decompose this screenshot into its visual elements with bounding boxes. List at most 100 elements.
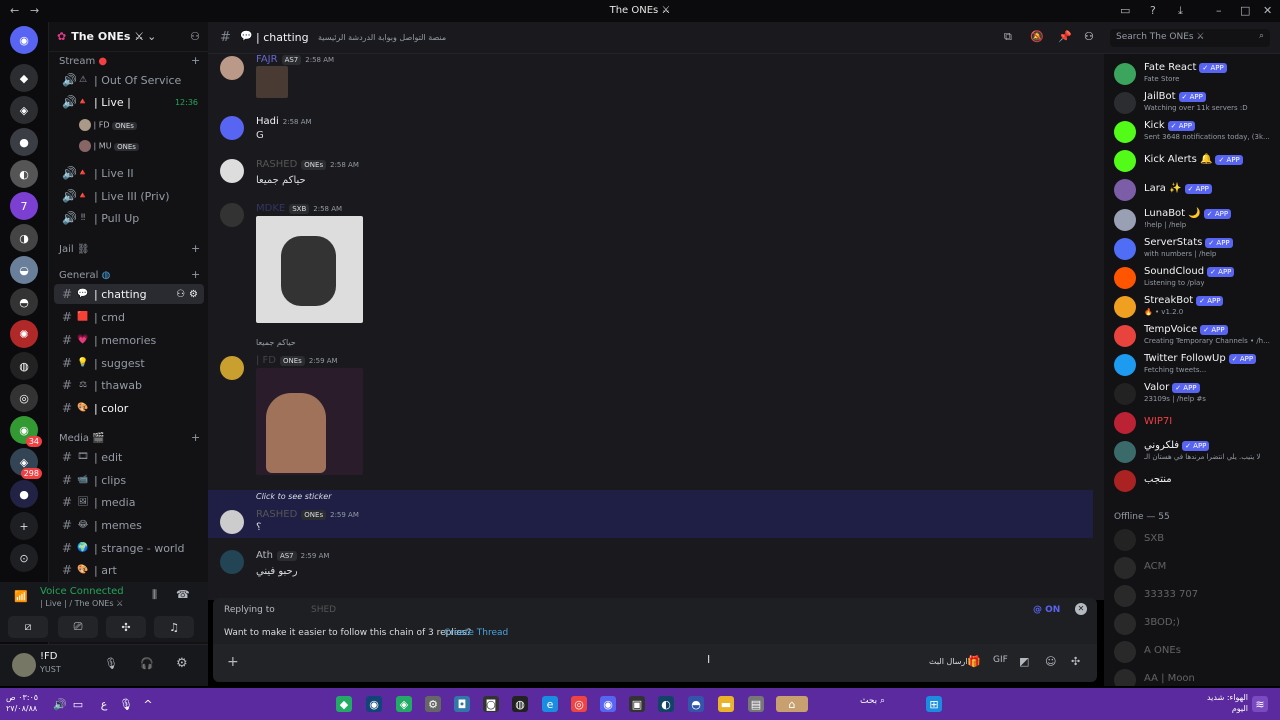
message[interactable]: FAJR AS7 2:58 AM: [208, 54, 1098, 100]
message-author[interactable]: MDKE: [256, 203, 285, 214]
avatar[interactable]: [220, 159, 244, 183]
microphone-tray-icon[interactable]: 🎙: [118, 696, 134, 712]
server-icon[interactable]: ●: [10, 480, 38, 508]
server-icon[interactable]: ◒: [10, 256, 38, 284]
category-general[interactable]: General ◍: [59, 270, 110, 281]
app-icon[interactable]: ◓: [688, 696, 704, 712]
app-icon[interactable]: ▤: [748, 696, 764, 712]
member-item[interactable]: ServerStats ✓ APP with numbers | /help: [1114, 235, 1280, 263]
discover-icon[interactable]: ⊙: [10, 544, 38, 572]
create-thread-link[interactable]: Create Thread: [444, 628, 508, 638]
server-icon[interactable]: ◑: [10, 224, 38, 252]
message-highlighted[interactable]: Click to see sticker RASHED ONEs 2:59 AM ؟: [208, 490, 1093, 538]
mention-toggle[interactable]: @ ON: [1033, 605, 1060, 615]
language-icon[interactable]: ع: [96, 696, 112, 712]
channel-out-of-service[interactable]: 🔊 ⚠ | Out Of Service: [54, 70, 204, 90]
app-icon[interactable]: ◙: [483, 696, 499, 712]
channel-live[interactable]: 🔊 🔺 | Live | 12:36: [54, 92, 204, 112]
server-icon[interactable]: ◓: [10, 288, 38, 316]
channel-strange-world[interactable]: # 🌍 | strange - world: [54, 538, 204, 558]
server-icon[interactable]: ●: [10, 128, 38, 156]
member-item[interactable]: Valor ✓ APP 23109s | /help #s: [1114, 380, 1280, 408]
add-channel-icon[interactable]: +: [191, 268, 200, 281]
offline-member-item[interactable]: SXB: [1114, 526, 1280, 554]
voice-location[interactable]: | Live | / The ONEs ⚔: [40, 599, 123, 608]
inbox-icon[interactable]: ▭: [1120, 4, 1130, 17]
settings-icon[interactable]: ⚙: [425, 696, 441, 712]
server-icon[interactable]: ◈: [10, 96, 38, 124]
member-item[interactable]: SoundCloud ✓ APP Listening to /play: [1114, 264, 1280, 292]
edge-icon[interactable]: e: [542, 696, 558, 712]
channel-chatting[interactable]: # 💬 | chatting ⚇ ⚙: [54, 284, 204, 304]
pin-icon[interactable]: 📌: [1058, 30, 1072, 43]
game-icon[interactable]: ▣: [629, 696, 645, 712]
member-item[interactable]: فلكروني ✓ APP لا يتيب. يلي انتضرا مرندها ف…: [1114, 438, 1280, 466]
server-icon[interactable]: ◍: [10, 352, 38, 380]
member-list-icon[interactable]: ⚇: [1084, 30, 1094, 43]
gift-icon[interactable]: 🎁: [967, 655, 981, 668]
channel-memories[interactable]: # 💗 | memories: [54, 330, 204, 350]
avatar[interactable]: [220, 356, 244, 380]
server-icon[interactable]: ✺: [10, 320, 38, 348]
avatar[interactable]: [220, 203, 244, 227]
channel-topic[interactable]: منصة التواصل وبوابة الدردشة الرئيسية: [318, 33, 446, 42]
voice-user[interactable]: | MU ONEs: [79, 140, 139, 152]
message-composer[interactable]: + I ارسال البث 🎁 GIF ◩ ☺ ✣: [213, 644, 1097, 682]
message-author[interactable]: | FD: [256, 355, 276, 366]
file-explorer-icon[interactable]: ▬: [718, 696, 734, 712]
weather-widget[interactable]: الهواء: شديد اليوم: [1200, 692, 1248, 714]
chrome-icon[interactable]: ◎: [571, 696, 587, 712]
member-item[interactable]: Kick Alerts 🔔 ✓ APP: [1114, 147, 1280, 175]
server-header[interactable]: ✿ The ONEs ⚔ ⌄ ⚇: [49, 22, 208, 52]
avatar[interactable]: [220, 550, 244, 574]
member-item[interactable]: Lara ✨ ✓ APP: [1114, 176, 1280, 204]
avatar[interactable]: [12, 653, 36, 677]
settings-gear-icon[interactable]: ⚙: [189, 289, 198, 300]
noise-suppression-icon[interactable]: ⫼: [152, 588, 157, 602]
invite-icon[interactable]: ⚇: [176, 289, 185, 300]
channel-cmd[interactable]: # 🟥 | cmd: [54, 307, 204, 327]
maximize-button[interactable]: □: [1240, 4, 1250, 17]
offline-member-item[interactable]: AA | Moon: [1114, 666, 1280, 686]
gif-icon[interactable]: GIF: [993, 655, 1008, 665]
channel-edit[interactable]: # 🎞 | edit: [54, 447, 204, 467]
channel-clips[interactable]: # 📹 | clips: [54, 470, 204, 490]
reply-preview[interactable]: حياكم جميعا: [256, 338, 296, 347]
volume-icon[interactable]: 🔊: [52, 696, 68, 712]
chevron-up-icon[interactable]: ^: [140, 696, 156, 712]
message-image[interactable]: [256, 216, 363, 323]
channel-media[interactable]: # 🖼 | media: [54, 492, 204, 512]
member-item[interactable]: StreakBot ✓ APP 🔥 • v1.2.0: [1114, 293, 1280, 321]
offline-member-item[interactable]: ACM: [1114, 554, 1280, 582]
reply-preview[interactable]: Click to see sticker: [256, 492, 332, 501]
member-item[interactable]: Twitter FollowUp ✓ APP Fetching tweets...: [1114, 351, 1280, 379]
message[interactable]: حياكم جميعا | FD ONEs 2:59 AM: [208, 338, 1098, 478]
add-channel-icon[interactable]: +: [191, 242, 200, 255]
message-author[interactable]: RASHED: [256, 509, 297, 520]
weather-icon[interactable]: ≋: [1252, 696, 1268, 712]
app-icon[interactable]: ◈: [396, 696, 412, 712]
channel-suggest[interactable]: # 💡 | suggest: [54, 353, 204, 373]
offline-member-item[interactable]: 33333 707: [1114, 582, 1280, 610]
taskbar-search[interactable]: بحث ⌕: [860, 696, 916, 712]
disconnect-icon[interactable]: ☎: [176, 588, 190, 601]
screen-share-button[interactable]: ⎚: [58, 616, 98, 638]
server-icon[interactable]: ◈ 298: [10, 448, 42, 479]
discord-home-icon[interactable]: ◉: [10, 26, 38, 54]
add-channel-icon[interactable]: +: [191, 54, 200, 67]
message-author[interactable]: RASHED: [256, 159, 297, 170]
steam-icon[interactable]: ◉: [366, 696, 382, 712]
member-item[interactable]: JailBot ✓ APP Watching over 11k servers :D: [1114, 89, 1280, 117]
server-icon[interactable]: ◉ 34: [10, 416, 42, 447]
store-icon[interactable]: ◘: [454, 696, 470, 712]
server-icon[interactable]: ◆: [10, 64, 38, 92]
app-icon[interactable]: ◆: [336, 696, 352, 712]
message-author[interactable]: FAJR: [256, 54, 278, 65]
server-icon[interactable]: ◎: [10, 384, 38, 412]
app-icon[interactable]: ⌂: [776, 696, 808, 712]
channel-thawab[interactable]: # ⚖ | thawab: [54, 375, 204, 395]
message-author[interactable]: Hadi: [256, 116, 279, 127]
search-input[interactable]: Search The ONEs ⚔ ⌕: [1110, 29, 1270, 47]
message[interactable]: RASHED ONEs 2:58 AM حياكم جميعا: [208, 157, 1098, 187]
message[interactable]: Ath AS7 2:59 AM رحبو فيني: [208, 548, 1098, 582]
